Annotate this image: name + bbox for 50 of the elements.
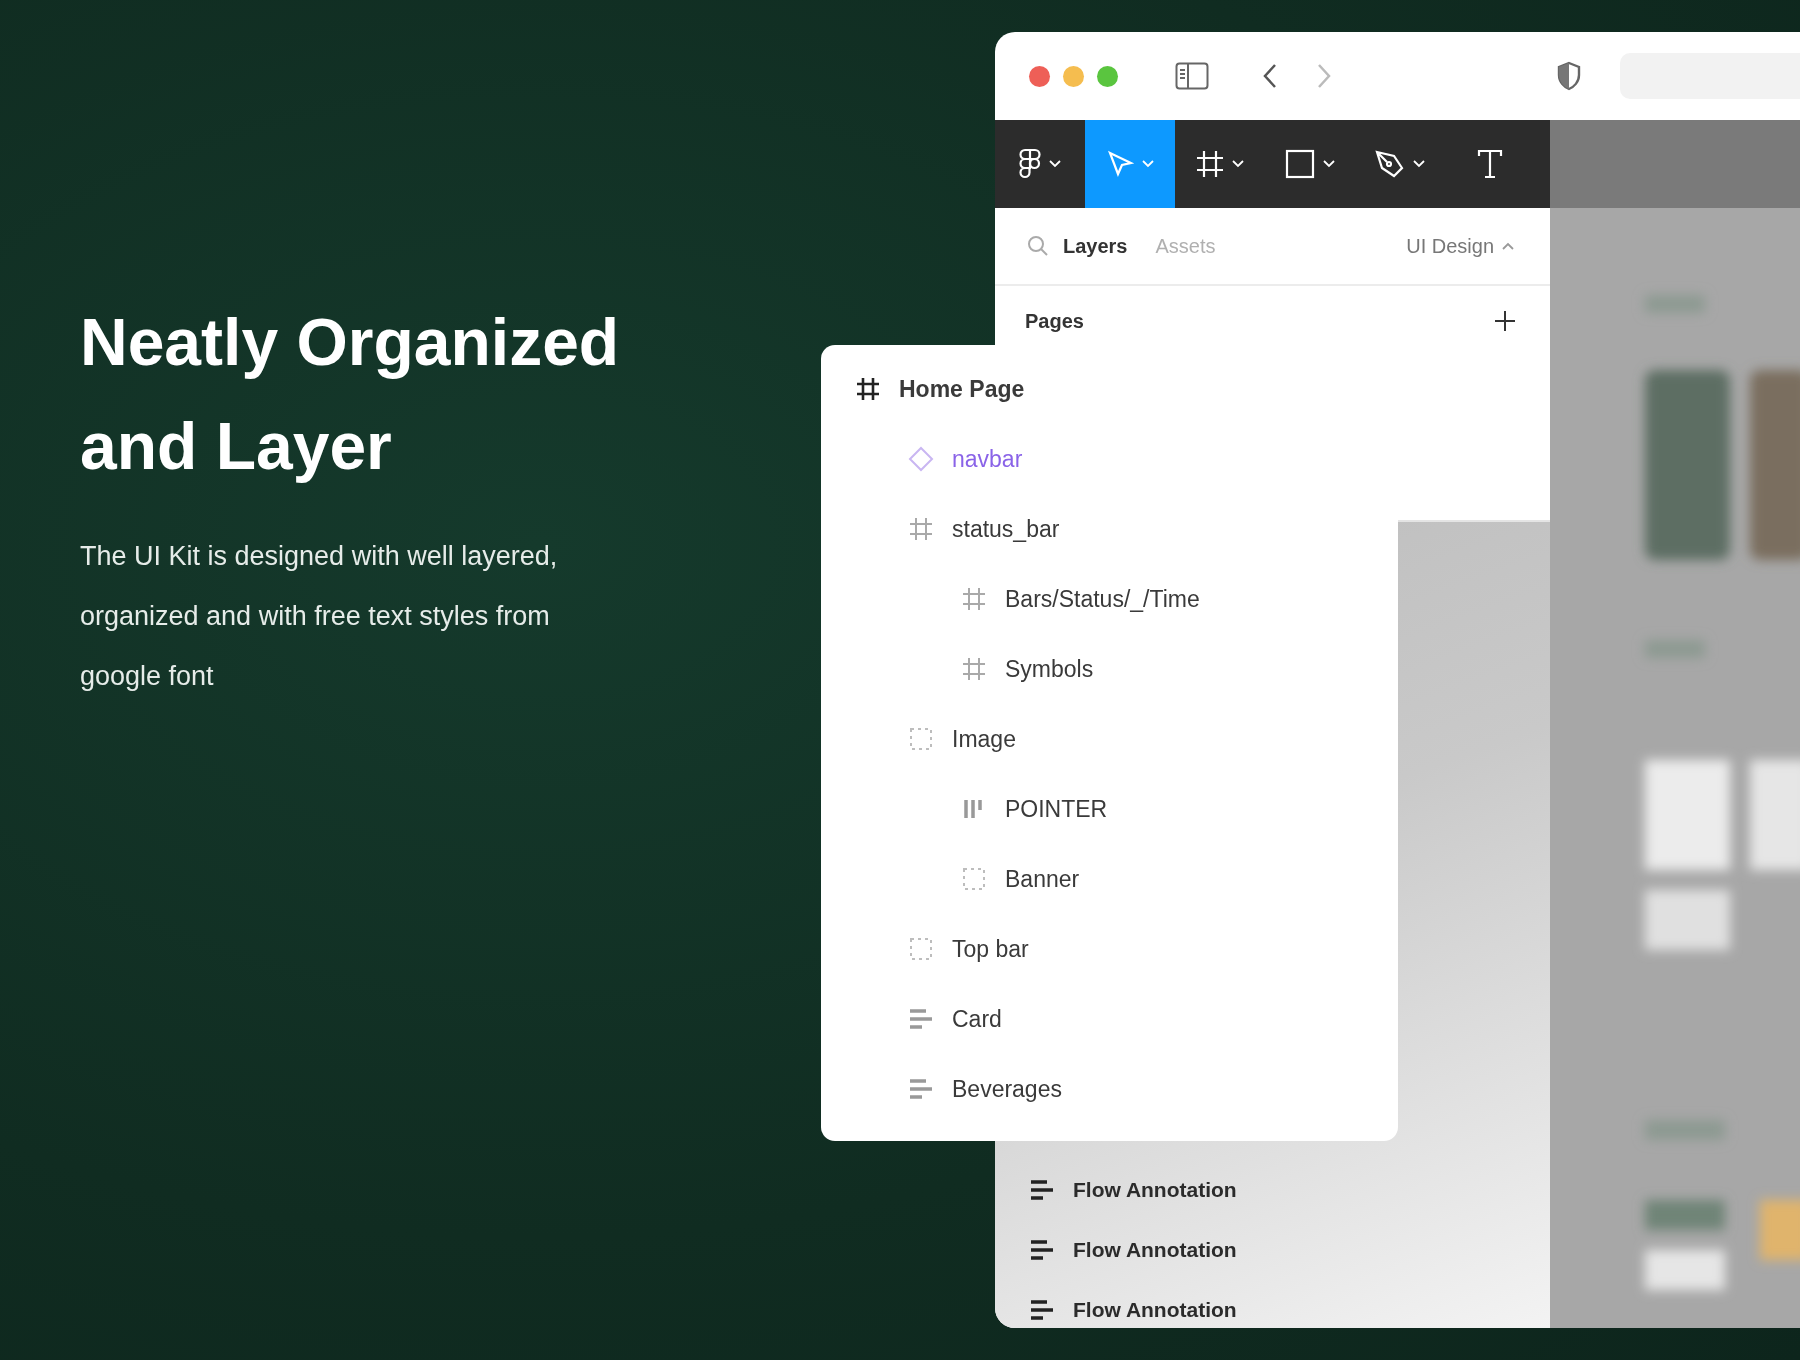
layer-name[interactable]: Top bar <box>952 935 1029 963</box>
section-title: Pages <box>1025 310 1084 333</box>
frame-icon <box>1196 150 1224 178</box>
layer-name[interactable]: status_bar <box>952 515 1060 543</box>
group-icon <box>908 936 934 962</box>
description: The UI Kit is designed with well layered, organized and with free text styles from google font <box>80 540 559 693</box>
layer-name[interactable]: Flow Annotation <box>1073 1178 1237 1202</box>
headline: Neatly Organized <box>80 304 621 381</box>
headline: and Layer <box>80 408 393 485</box>
chevron-down-icon <box>1049 160 1061 168</box>
chevron-down-icon <box>1142 160 1154 168</box>
caret-up-icon <box>1502 242 1514 250</box>
text-lines-icon <box>1029 1297 1055 1323</box>
group-icon <box>908 726 934 752</box>
chevron-down-icon <box>1413 160 1425 168</box>
logo-icon <box>1019 148 1041 180</box>
frame-icon <box>961 586 987 612</box>
shield-icon[interactable] <box>1556 61 1582 91</box>
rectangle-icon <box>1285 149 1315 179</box>
text-lines-icon <box>1029 1237 1055 1263</box>
text-lines-icon <box>908 1006 934 1032</box>
panel-tab[interactable]: Layers <box>1049 234 1142 258</box>
pen-icon <box>1375 149 1405 179</box>
layer-name[interactable]: Image <box>952 725 1016 753</box>
plus-icon[interactable] <box>1494 310 1516 332</box>
layer-name[interactable]: Bars/Status/_/Time <box>1005 585 1200 613</box>
component-icon <box>908 446 934 472</box>
frame-icon <box>855 376 881 402</box>
cursor-icon <box>1106 150 1134 178</box>
frame-icon <box>961 656 987 682</box>
close-button[interactable] <box>1029 65 1050 87</box>
layer-name[interactable]: Flow Annotation <box>1073 1238 1237 1262</box>
text-lines-icon <box>908 1076 934 1102</box>
layer-name[interactable]: Home Page <box>899 375 1025 403</box>
layer-name[interactable]: Flow Annotation <box>1073 1298 1237 1322</box>
text-lines-icon <box>1029 1177 1055 1203</box>
layer-name[interactable]: navbar <box>952 445 1023 473</box>
chevron-down-icon <box>1232 160 1244 168</box>
layer-name[interactable]: Banner <box>1005 865 1080 893</box>
layer-name[interactable]: Card <box>952 1005 1002 1033</box>
group-icon <box>961 866 987 892</box>
page-dropdown[interactable]: UI Design <box>1400 233 1520 259</box>
frame-icon <box>908 516 934 542</box>
layer-name[interactable]: Symbols <box>1005 655 1094 683</box>
chevron-down-icon <box>1323 160 1335 168</box>
layer-name[interactable]: POINTER <box>1005 795 1108 823</box>
layer-name[interactable]: Beverages <box>952 1075 1062 1103</box>
text-tool-icon <box>1477 149 1503 179</box>
back-icon[interactable] <box>1261 62 1279 90</box>
sidebar-icon[interactable] <box>1175 62 1209 90</box>
